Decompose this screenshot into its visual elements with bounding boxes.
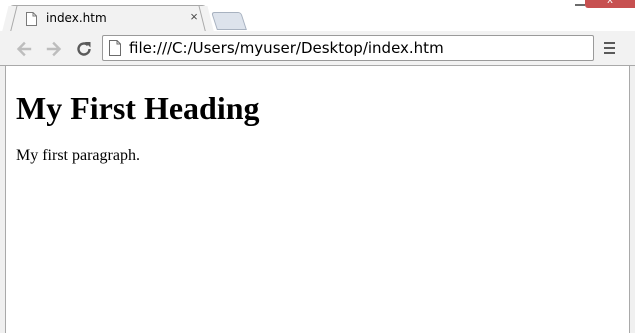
hamburger-menu-icon[interactable] [602,41,618,57]
page-icon [109,40,121,56]
tab-index[interactable]: index.htm × [8,5,208,32]
page-paragraph: My first paragraph. [16,147,140,164]
new-tab-button[interactable] [211,12,247,30]
tab-strip: x index.htm × [0,0,635,32]
reload-icon[interactable] [74,39,94,59]
window-controls: x [515,0,635,8]
minimize-button[interactable] [575,0,585,6]
window-close-button[interactable]: x [585,0,635,8]
tab-close-icon[interactable]: × [187,9,201,24]
menu-bar-line [604,42,615,44]
url-text[interactable]: file:///C:/Users/myuser/Desktop/index.ht… [129,39,444,57]
page-heading: My First Heading [16,90,260,126]
tab-title: index.htm [46,11,107,25]
page-viewport: My First Heading My first paragraph. [6,66,629,333]
forward-arrow-icon[interactable] [44,39,64,59]
browser-window: x index.htm × file:///C:/Users/myuser/De… [0,0,635,333]
page-icon [26,12,37,26]
back-arrow-icon[interactable] [14,39,34,59]
menu-bar-line [604,47,615,49]
menu-bar-line [604,52,615,54]
address-bar[interactable]: file:///C:/Users/myuser/Desktop/index.ht… [102,35,594,61]
window-close-icon: x [607,0,613,6]
window-frame-right [629,66,635,333]
toolbar: file:///C:/Users/myuser/Desktop/index.ht… [0,31,635,66]
